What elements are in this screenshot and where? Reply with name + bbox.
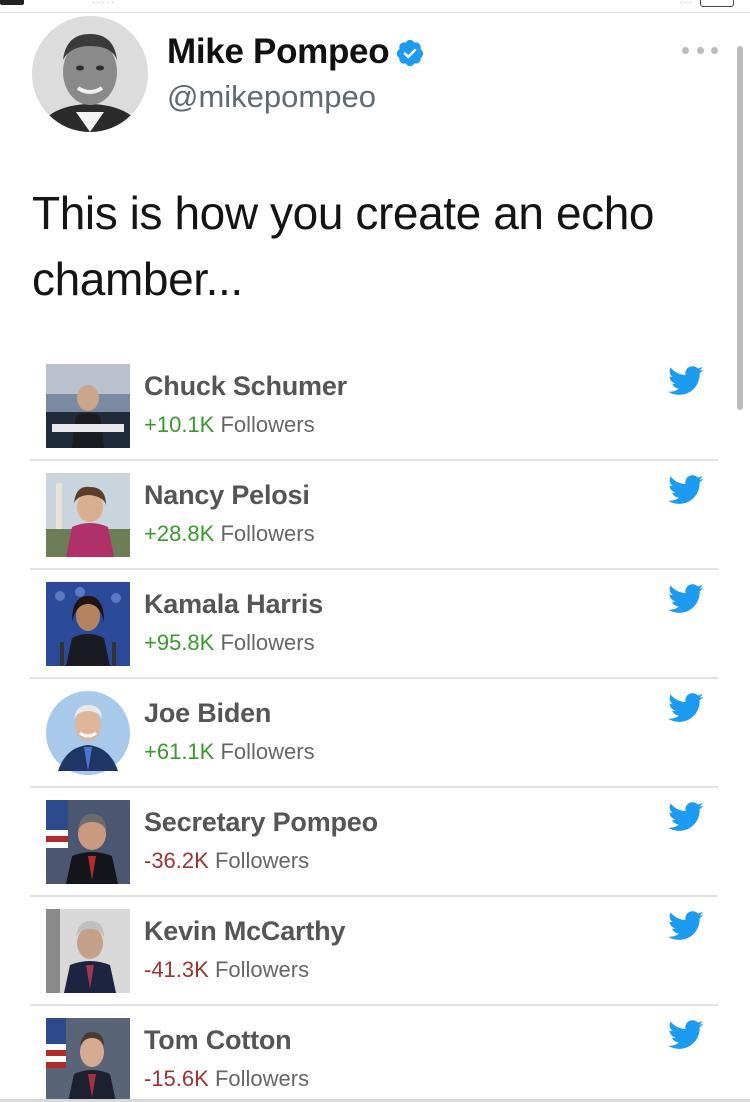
list-item: Nancy Pelosi +28.8K Followers (30, 461, 718, 570)
twitter-bird-icon[interactable] (668, 475, 704, 505)
profile-thumbnail (46, 800, 130, 884)
followers-label: Followers (214, 957, 310, 982)
verified-badge-icon (395, 37, 425, 67)
twitter-bird-icon[interactable] (668, 1020, 704, 1050)
follower-change: +10.1K Followers (144, 412, 315, 438)
follower-change: -41.3K Followers (144, 957, 309, 983)
more-options-icon[interactable] (682, 40, 718, 60)
person-name: Nancy Pelosi (144, 480, 310, 510)
follower-change: +61.1K Followers (144, 739, 315, 765)
person-name: Secretary Pompeo (144, 807, 378, 837)
change-value: +95.8K (144, 630, 215, 655)
change-value: -41.3K (144, 957, 209, 982)
list-item: Tom Cotton -15.6K Followers (30, 1006, 718, 1102)
person-name: Tom Cotton (144, 1025, 292, 1055)
profile-thumbnail (46, 909, 130, 993)
followers-label: Followers (220, 412, 315, 437)
twitter-bird-icon[interactable] (668, 584, 704, 614)
list-item: Chuck Schumer +10.1K Followers (30, 352, 718, 461)
followers-label: Followers (220, 630, 315, 655)
status-dots-right: · · · (679, 0, 692, 7)
avatar[interactable] (32, 16, 148, 132)
profile-thumbnail (46, 364, 130, 448)
list-item: Joe Biden +61.1K Followers (30, 679, 718, 788)
twitter-bird-icon[interactable] (668, 911, 704, 941)
signal-icon (0, 0, 24, 5)
person-name: Kevin McCarthy (144, 916, 346, 946)
follower-change: +28.8K Followers (144, 521, 315, 547)
battery-icon (700, 0, 734, 7)
embedded-image-follower-list[interactable]: Chuck Schumer +10.1K Followers Nancy Pel… (30, 352, 718, 1102)
list-item: Kamala Harris +95.8K Followers (30, 570, 718, 679)
followers-label: Followers (220, 521, 315, 546)
followers-label: Followers (220, 739, 315, 764)
avatar-photo (32, 16, 148, 132)
followers-label: Followers (214, 1066, 310, 1091)
list-item: Secretary Pompeo -36.2K Followers (30, 788, 718, 897)
status-bar: · · · · · · · · (0, 0, 750, 12)
person-name: Kamala Harris (144, 589, 324, 619)
follower-change: -15.6K Followers (144, 1066, 309, 1092)
change-value: +10.1K (144, 412, 215, 437)
change-value: +28.8K (144, 521, 215, 546)
followers-label: Followers (214, 848, 310, 873)
author-display-name[interactable]: Mike Pompeo (167, 32, 425, 72)
twitter-bird-icon[interactable] (668, 366, 704, 396)
list-item: Kevin McCarthy -41.3K Followers (30, 897, 718, 1006)
person-name: Chuck Schumer (144, 371, 347, 401)
follower-change: -36.2K Followers (144, 848, 309, 874)
change-value: -36.2K (144, 848, 209, 873)
tweet-text: This is how you create an echo chamber..… (32, 187, 655, 305)
twitter-bird-icon[interactable] (668, 802, 704, 832)
profile-thumbnail (46, 582, 130, 666)
author-handle[interactable]: @mikepompeo (167, 79, 376, 115)
display-name-text: Mike Pompeo (167, 32, 390, 71)
person-name: Joe Biden (144, 698, 272, 728)
follower-change: +95.8K Followers (144, 630, 315, 656)
scrollbar[interactable] (737, 46, 743, 410)
profile-thumbnail (46, 691, 130, 775)
status-dots: · · · · · (92, 0, 115, 7)
profile-thumbnail (46, 1018, 130, 1102)
profile-thumbnail (46, 473, 130, 557)
twitter-bird-icon[interactable] (668, 693, 704, 723)
change-value: -15.6K (144, 1066, 209, 1091)
change-value: +61.1K (144, 739, 215, 764)
divider (0, 12, 750, 13)
